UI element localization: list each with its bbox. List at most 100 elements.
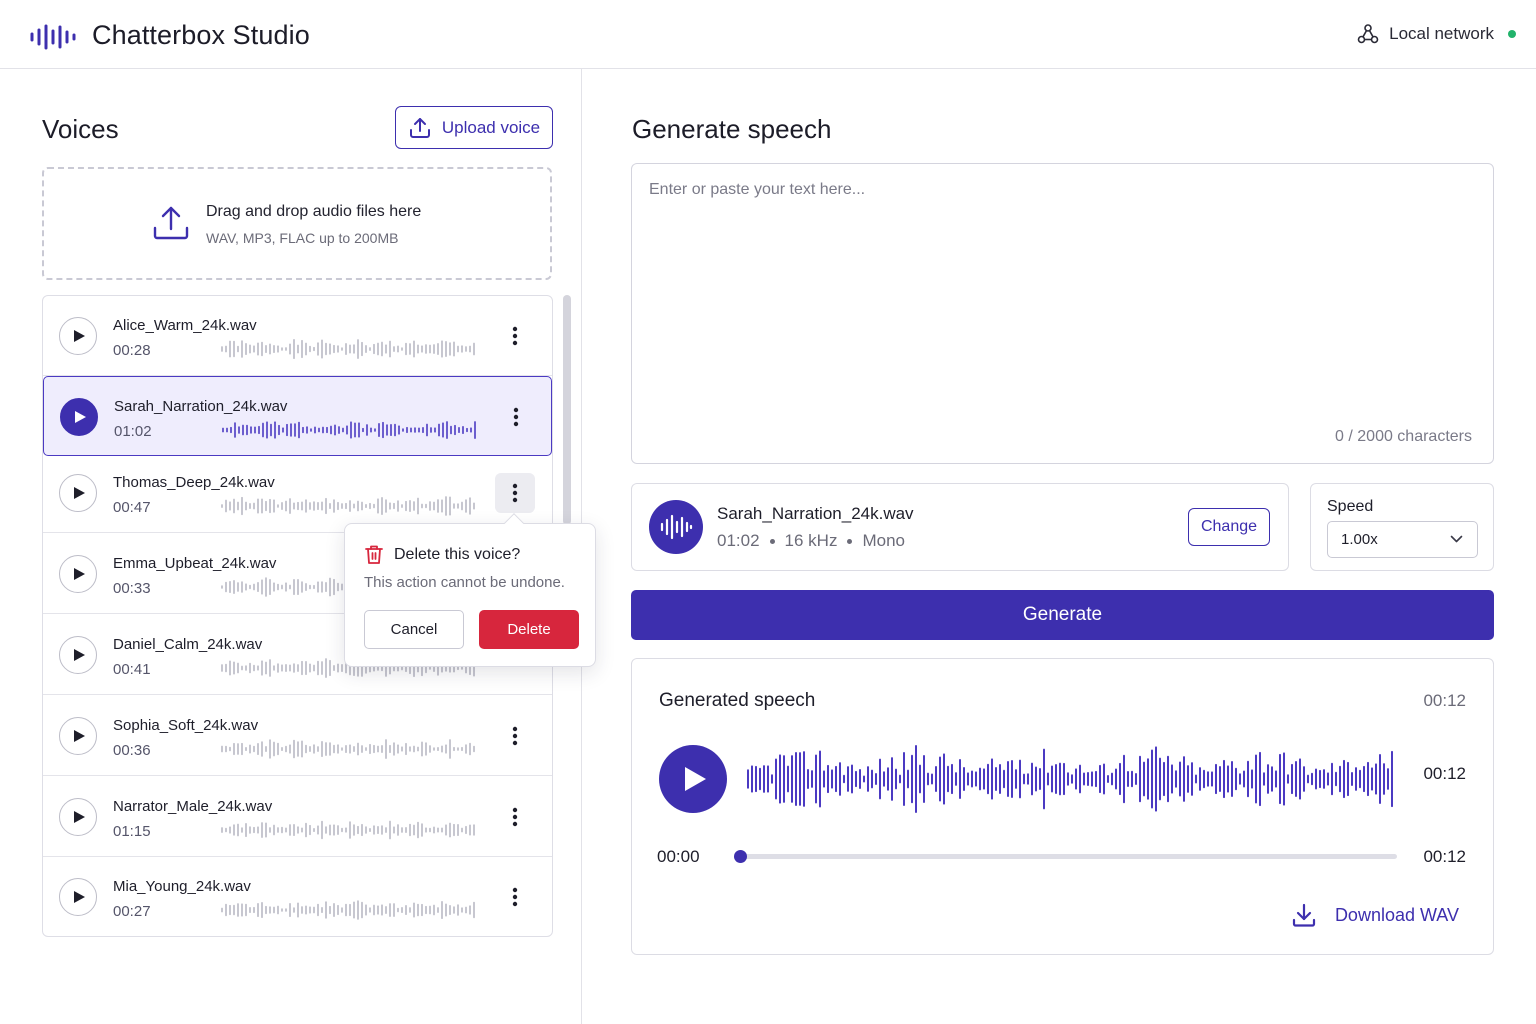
seek-bar[interactable]	[739, 854, 1397, 859]
generated-speech-duration: 00:12	[1423, 691, 1466, 710]
voice-waveform	[221, 338, 475, 360]
separator-dot	[847, 538, 853, 544]
network-icon	[1357, 24, 1379, 44]
dropzone-hint: WAV, MP3, FLAC up to 200MB	[206, 230, 399, 246]
voice-duration: 00:47	[113, 499, 151, 516]
status-dot	[1508, 30, 1516, 38]
kebab-menu-icon	[512, 887, 518, 907]
cancel-button[interactable]: Cancel	[364, 610, 464, 649]
play-button[interactable]	[59, 636, 97, 674]
play-icon	[74, 568, 85, 580]
play-button[interactable]	[59, 798, 97, 836]
kebab-menu-icon	[512, 807, 518, 827]
kebab-menu-icon	[513, 407, 519, 427]
voice-list-scrollbar[interactable]	[563, 295, 571, 525]
generated-waveform[interactable]	[746, 739, 1398, 819]
more-options-button[interactable]	[495, 797, 535, 837]
play-icon	[74, 811, 85, 823]
play-icon	[74, 891, 85, 903]
voice-list-item[interactable]: Thomas_Deep_24k.wav 00:47	[43, 453, 552, 533]
network-status-label: Local network	[1389, 24, 1494, 43]
voice-waveform	[221, 496, 475, 516]
delete-button[interactable]: Delete	[479, 610, 579, 649]
speed-label: Speed	[1327, 498, 1374, 515]
speech-text-input[interactable]	[631, 163, 1494, 464]
play-button[interactable]	[59, 717, 97, 755]
voice-name: Narrator_Male_24k.wav	[113, 798, 273, 815]
voice-name: Emma_Upbeat_24k.wav	[113, 555, 277, 572]
voice-name: Alice_Warm_24k.wav	[113, 317, 257, 334]
kebab-menu-icon	[512, 326, 518, 346]
waveform-logo-icon	[30, 24, 76, 50]
voice-name: Sarah_Narration_24k.wav	[114, 398, 288, 415]
play-icon	[74, 730, 85, 742]
more-options-button[interactable]	[496, 397, 536, 437]
play-icon	[74, 649, 85, 661]
selected-voice-sample-rate: 16 kHz	[784, 531, 838, 550]
voice-name: Sophia_Soft_24k.wav	[113, 717, 259, 734]
selected-voice-name: Sarah_Narration_24k.wav	[717, 504, 914, 523]
play-icon	[74, 330, 85, 342]
voice-name: Daniel_Calm_24k.wav	[113, 636, 263, 653]
kebab-menu-icon	[512, 483, 518, 503]
generate-button[interactable]: Generate	[631, 590, 1494, 640]
generated-speech-title: Generated speech	[659, 690, 816, 711]
voices-title: Voices	[42, 114, 119, 144]
selected-voice-meta: 01:02 16 kHz Mono	[717, 531, 905, 551]
upload-icon	[409, 117, 430, 138]
delete-confirm-popover: Delete this voice? This action cannot be…	[344, 513, 596, 667]
voice-waveform	[222, 421, 476, 439]
play-icon	[685, 767, 706, 791]
popover-subtitle: This action cannot be undone.	[364, 574, 565, 591]
voice-avatar	[649, 500, 703, 554]
change-voice-button[interactable]: Change	[1188, 508, 1270, 546]
voice-list-item-selected[interactable]: Sarah_Narration_24k.wav 01:02	[43, 376, 552, 456]
app-header: Chatterbox Studio Local network	[0, 0, 1536, 69]
upload-voice-label: Upload voice	[441, 117, 541, 137]
more-options-button[interactable]	[495, 316, 535, 356]
dropzone-title: Drag and drop audio files here	[206, 203, 422, 220]
voice-waveform	[221, 820, 475, 840]
voice-duration: 00:36	[113, 742, 151, 759]
seek-thumb[interactable]	[734, 850, 747, 863]
waveform-icon	[660, 514, 693, 540]
play-generated-button[interactable]	[659, 745, 727, 813]
voice-list-item[interactable]: Sophia_Soft_24k.wav 00:36	[43, 696, 552, 776]
voice-duration: 00:27	[113, 903, 151, 920]
app-title: Chatterbox Studio	[92, 20, 310, 50]
voice-duration: 00:33	[113, 580, 151, 597]
more-options-button[interactable]	[495, 877, 535, 917]
popover-title: Delete this voice?	[394, 546, 521, 563]
character-count: 0 / 2000 characters	[1335, 428, 1472, 445]
kebab-menu-icon	[512, 726, 518, 746]
current-time: 00:00	[657, 847, 700, 866]
network-status: Local network	[1357, 23, 1516, 45]
voice-name: Mia_Young_24k.wav	[113, 878, 251, 895]
speed-select[interactable]: 1.00x	[1327, 521, 1478, 558]
voice-list-item[interactable]: Narrator_Male_24k.wav 01:15	[43, 777, 552, 857]
play-button[interactable]	[60, 398, 98, 436]
more-options-button-active[interactable]	[495, 473, 535, 513]
upload-voice-button[interactable]: Upload voice	[395, 106, 553, 149]
selected-voice-duration: 01:02	[717, 531, 760, 550]
voice-list-item[interactable]: Mia_Young_24k.wav 00:27	[43, 857, 552, 936]
play-button[interactable]	[59, 317, 97, 355]
download-wav-button[interactable]: Download WAV	[1291, 902, 1459, 928]
voice-duration: 01:15	[113, 823, 151, 840]
play-icon	[74, 487, 85, 499]
play-button[interactable]	[59, 474, 97, 512]
end-time: 00:12	[1423, 847, 1466, 866]
play-button[interactable]	[59, 555, 97, 593]
voice-list-item[interactable]: Alice_Warm_24k.wav 00:28	[43, 296, 552, 376]
upload-tray-icon	[153, 206, 189, 240]
voice-duration: 00:28	[113, 342, 151, 359]
voice-name: Thomas_Deep_24k.wav	[113, 474, 275, 491]
more-options-button[interactable]	[495, 716, 535, 756]
separator-dot	[769, 538, 775, 544]
audio-dropzone[interactable]: Drag and drop audio files here WAV, MP3,…	[42, 167, 552, 280]
speed-card: Speed 1.00x	[1310, 483, 1494, 571]
generated-speech-card: Generated speech 00:12 00:12 00:00 00:12…	[631, 658, 1494, 955]
voice-duration: 01:02	[114, 423, 152, 440]
play-button[interactable]	[59, 878, 97, 916]
selected-voice-channels: Mono	[862, 531, 905, 550]
